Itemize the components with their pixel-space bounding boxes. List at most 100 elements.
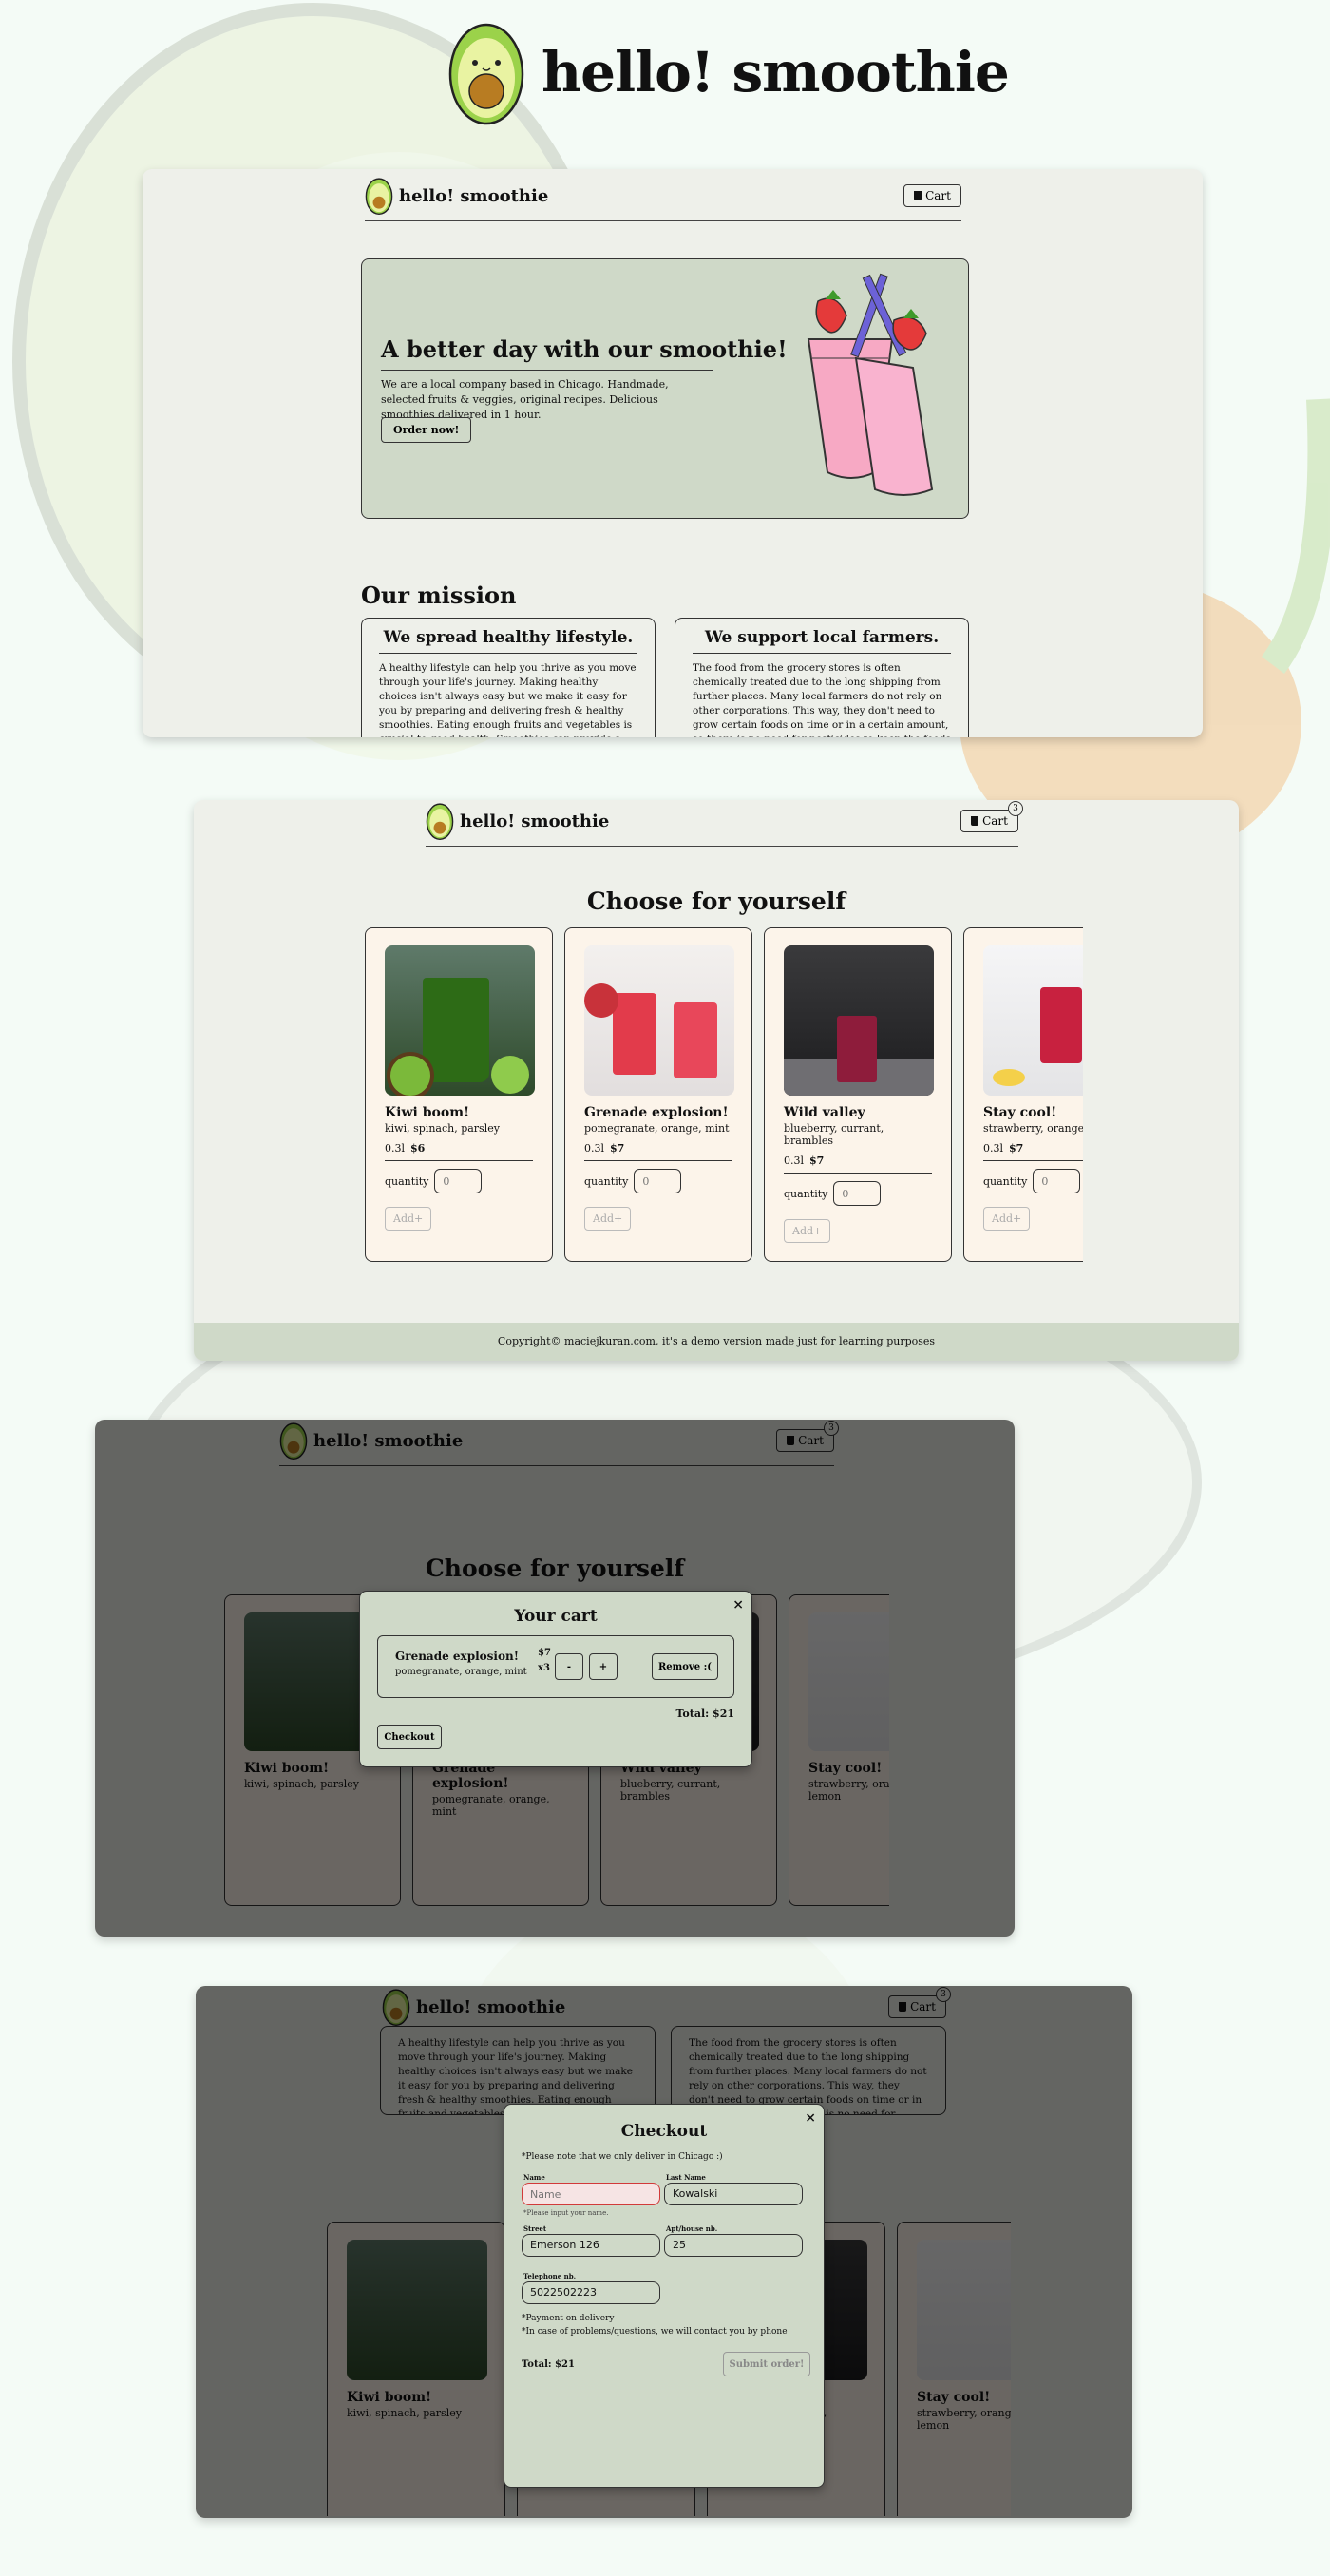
- product-name: Grenade explosion!: [584, 1105, 729, 1120]
- cart-item-price: $7: [538, 1648, 551, 1658]
- quantity-row: quantity: [385, 1169, 533, 1193]
- mission-card-title: We spread healthy lifestyle.: [379, 628, 637, 654]
- cart-view-panel: hello! smoothie Cart 3 Choose for yourse…: [95, 1420, 1015, 1937]
- remove-button[interactable]: Remove :(: [652, 1653, 718, 1680]
- apt-label: Apt/house nb.: [666, 2224, 718, 2233]
- footer: Copyright© maciejkuran.com, it's a demo …: [194, 1323, 1239, 1361]
- payment-note: *Payment on delivery: [522, 2314, 615, 2323]
- order-now-button[interactable]: Order now!: [381, 417, 472, 443]
- mission-title: Our mission: [361, 582, 517, 609]
- cart-modal-title: Your cart: [514, 1607, 598, 1626]
- add-button[interactable]: Add+: [784, 1219, 831, 1243]
- increase-qty-button[interactable]: +: [589, 1653, 618, 1680]
- phone-label: Telephone nb.: [523, 2272, 577, 2280]
- product-image-kiwi: [385, 945, 535, 1096]
- brand-name: hello! smoothie: [399, 185, 549, 206]
- decrease-qty-button[interactable]: -: [555, 1653, 583, 1680]
- add-button[interactable]: Add+: [385, 1207, 432, 1231]
- brand[interactable]: hello! smoothie: [365, 177, 548, 215]
- products-carousel[interactable]: Kiwi boom! kiwi, spinach, parsley 0.3l $6…: [365, 927, 1083, 1269]
- name-label: Name: [523, 2173, 545, 2182]
- smoothie-illustration: [807, 273, 934, 496]
- cart-item-ingredients: pomegranate, orange, mint: [395, 1667, 527, 1677]
- product-ingredients: strawberry, orange, lemon: [983, 1122, 1083, 1135]
- quantity-input[interactable]: [1033, 1169, 1081, 1193]
- hero-heading: A better day with our smoothie!: [381, 335, 788, 363]
- cart-label: Cart: [982, 814, 1008, 828]
- mission-card-text: A healthy lifestyle can help you thrive …: [379, 662, 636, 737]
- mission-card-title: We support local farmers.: [693, 628, 951, 654]
- top-brand-title: hello! smoothie: [542, 40, 1010, 105]
- product-price: $7: [809, 1154, 825, 1167]
- brand[interactable]: hello! smoothie: [426, 802, 609, 840]
- cart-label: Cart: [925, 189, 951, 202]
- product-size: 0.3l: [584, 1142, 605, 1154]
- product-name: Wild valley: [784, 1105, 865, 1120]
- top-brand-header: hello! smoothie: [446, 19, 1010, 125]
- street-field[interactable]: Emerson 126: [522, 2234, 660, 2257]
- product-image-grenade: [584, 945, 734, 1096]
- product-card: Stay cool! strawberry, orange, lemon 0.3…: [963, 927, 1083, 1262]
- cart-button[interactable]: Cart: [903, 184, 961, 207]
- navbar: hello! smoothie Cart: [365, 177, 961, 221]
- product-ingredients: blueberry, currant, brambles: [784, 1122, 884, 1147]
- product-size: 0.3l: [784, 1154, 805, 1167]
- name-field[interactable]: [522, 2183, 660, 2205]
- quantity-input[interactable]: [434, 1169, 483, 1193]
- contact-note: *In case of problems/questions, we will …: [522, 2327, 788, 2337]
- cart-total: Total: $21: [675, 1708, 735, 1720]
- mission-card-healthy: We spread healthy lifestyle. A healthy l…: [361, 618, 656, 737]
- checkout-button[interactable]: Checkout: [377, 1725, 442, 1749]
- product-ingredients: pomegranate, orange, mint: [584, 1122, 730, 1135]
- quantity-input[interactable]: [634, 1169, 682, 1193]
- product-price: $7: [610, 1142, 625, 1154]
- quantity-row: quantity: [784, 1181, 932, 1206]
- product-card: Kiwi boom! kiwi, spinach, parsley 0.3l $6…: [365, 927, 553, 1262]
- product-name: Stay cool!: [983, 1105, 1057, 1120]
- product-price-row: 0.3l $6: [385, 1142, 533, 1161]
- cart-item-qty: x3: [538, 1663, 550, 1673]
- add-button[interactable]: Add+: [983, 1207, 1031, 1231]
- cart-modal: × Your cart Grenade explosion! pomegrana…: [359, 1591, 752, 1767]
- quantity-label: quantity: [983, 1174, 1028, 1188]
- product-image-wild-valley: [784, 945, 934, 1096]
- hero-divider: [381, 370, 713, 371]
- quantity-input[interactable]: [833, 1181, 882, 1206]
- cup-icon: [971, 816, 979, 826]
- quantity-label: quantity: [385, 1174, 429, 1188]
- hero-card: A better day with our smoothie! We are a…: [361, 258, 969, 519]
- shop-panel: hello! smoothie Cart 3 Choose for yourse…: [194, 800, 1239, 1361]
- product-ingredients: kiwi, spinach, parsley: [385, 1122, 500, 1135]
- product-price: $7: [1009, 1142, 1024, 1154]
- checkout-view-panel: hello! smoothie Cart 3 A healthy lifesty…: [196, 1986, 1132, 2518]
- landing-panel: hello! smoothie Cart A better day with o…: [142, 169, 1203, 737]
- submit-order-button[interactable]: Submit order!: [723, 2352, 810, 2376]
- product-price-row: 0.3l $7: [784, 1154, 932, 1174]
- product-size: 0.3l: [983, 1142, 1004, 1154]
- hero-text: We are a local company based in Chicago.…: [381, 378, 669, 421]
- checkout-modal: × Checkout *Please note that we only del…: [504, 2104, 825, 2488]
- close-icon[interactable]: ×: [805, 2110, 816, 2126]
- product-price-row: 0.3l $7: [983, 1142, 1083, 1161]
- name-error: *Please input your name.: [523, 2209, 609, 2217]
- checkout-total: Total: $21: [522, 2359, 575, 2370]
- phone-field[interactable]: 5022502223: [522, 2281, 660, 2304]
- avocado-logo-icon: [426, 803, 454, 840]
- cart-button[interactable]: Cart 3: [960, 801, 1023, 832]
- cup-icon: [914, 191, 922, 200]
- navbar: hello! smoothie Cart 3: [426, 801, 1023, 847]
- street-label: Street: [523, 2224, 547, 2233]
- apt-field[interactable]: 25: [664, 2234, 803, 2257]
- product-price: $6: [410, 1142, 426, 1154]
- delivery-note: *Please note that we only deliver in Chi…: [522, 2152, 723, 2162]
- product-image-stay-cool: [983, 945, 1083, 1096]
- lastname-label: Last Name: [666, 2173, 706, 2182]
- add-button[interactable]: Add+: [584, 1207, 632, 1231]
- lastname-field[interactable]: Kowalski: [664, 2183, 803, 2205]
- cart-item: Grenade explosion! pomegranate, orange, …: [377, 1635, 734, 1698]
- quantity-row: quantity: [983, 1169, 1083, 1193]
- brand-name: hello! smoothie: [460, 811, 610, 831]
- product-card: Grenade explosion! pomegranate, orange, …: [564, 927, 752, 1262]
- quantity-row: quantity: [584, 1169, 732, 1193]
- close-icon[interactable]: ×: [732, 1597, 744, 1612]
